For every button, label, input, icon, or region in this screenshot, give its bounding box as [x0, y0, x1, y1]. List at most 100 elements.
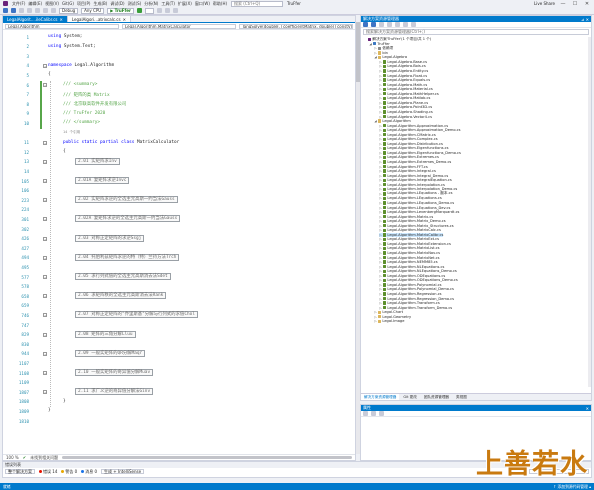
scope-dropdown[interactable]: 整个解决方案 — [5, 469, 35, 474]
configuration-dropdown[interactable]: Debug — [59, 7, 79, 14]
expand-arrow-icon[interactable]: ◢ — [369, 42, 372, 46]
close-panel-icon[interactable]: ✕ — [586, 17, 589, 22]
fold-toggle-icon[interactable]: − — [43, 332, 47, 337]
code-area[interactable]: 1 using System; 2 using System.Text; 3 4− name… — [3, 31, 355, 448]
comment-icon[interactable] — [156, 8, 162, 13]
zoom-level[interactable]: 100 % — [6, 455, 19, 460]
fold-toggle-icon[interactable]: − — [43, 390, 47, 395]
maximize-button[interactable]: ☐ — [571, 1, 579, 7]
panel-tab[interactable]: 团队资源管理器 — [420, 394, 453, 400]
pin-icon[interactable]: ⊿ — [581, 17, 584, 22]
tree-item[interactable]: ▷ Legal.Image — [374, 319, 404, 323]
fold-toggle-icon[interactable]: − — [43, 159, 47, 164]
messages-filter[interactable]: 消息 0 — [81, 469, 97, 475]
horizontal-scrollbar[interactable] — [62, 456, 352, 459]
fold-toggle-icon[interactable]: − — [43, 255, 47, 260]
panel-tab[interactable]: 类视图 — [453, 394, 470, 400]
search-box[interactable]: 搜索 (Ctrl+Q) — [231, 0, 284, 7]
menu-item[interactable]: 生成(B) — [93, 1, 107, 7]
collapsed-region[interactable]: 2.06 求矩阵秩的全选主元高斯消去法Rank — [75, 292, 167, 300]
fold-toggle-icon[interactable]: − — [43, 83, 47, 87]
fold-toggle-icon[interactable]: − — [43, 217, 47, 222]
home-icon[interactable] — [379, 22, 384, 27]
back-icon[interactable] — [3, 8, 8, 13]
panel-tab[interactable]: Git 更改 — [400, 394, 420, 400]
close-button[interactable]: ✕ — [583, 1, 591, 7]
expand-arrow-icon[interactable]: ▷ — [374, 319, 377, 323]
solution-explorer-scrollbar[interactable] — [588, 37, 591, 387]
platform-dropdown[interactable]: Any CPU — [81, 7, 105, 14]
add-to-source-control[interactable]: ↑ 添加到源代码管理 ▴ — [553, 484, 591, 490]
collapsed-region[interactable]: 2.02 实矩阵求逆的全选主元高斯一约当法Gauss — [75, 196, 178, 204]
errors-filter[interactable]: 错误 14 — [39, 469, 57, 475]
collapsed-region[interactable]: 2.03 对称正定矩阵的求逆Ssgj — [75, 234, 145, 242]
live-share-button[interactable]: Live Share — [534, 1, 555, 6]
expand-arrow-icon[interactable]: ◢ — [374, 119, 377, 123]
properties-icon[interactable] — [411, 22, 416, 27]
minimize-button[interactable]: — — [559, 1, 567, 7]
property-pages-icon[interactable] — [379, 411, 384, 416]
solution-search-input[interactable]: 搜索解决方案资源管理器(Ctrl+;) — [363, 29, 589, 35]
document-tab[interactable]: LegalAlgorit....ileCalibr.cs ✕ — [3, 16, 68, 22]
navigation-dropdown[interactable]: Legal.Algorithm — [5, 23, 119, 29]
back-icon[interactable] — [363, 22, 368, 27]
forward-icon[interactable] — [11, 8, 16, 13]
build-source-dropdown[interactable]: 生成 + IntelliSense — [101, 469, 145, 474]
menu-item[interactable]: 扩展(X) — [178, 1, 192, 7]
redo-icon[interactable] — [51, 8, 56, 13]
categorized-icon[interactable] — [363, 411, 368, 416]
fold-toggle-icon[interactable]: − — [43, 236, 47, 241]
start-debugging-button[interactable]: ▶ TruFfer — [107, 7, 134, 14]
fold-toggle-icon[interactable]: − — [43, 351, 47, 356]
close-panel-icon[interactable]: ✕ — [586, 406, 589, 411]
fold-toggle-icon[interactable]: − — [43, 275, 47, 279]
collapsed-region[interactable]: 2.04 托伯利兹矩阵求逆的特（特）兰持方法Trch — [75, 253, 180, 261]
navigation-dropdown[interactable]: Legal.Algorithm.MatrixCalculator — [122, 23, 236, 29]
fold-toggle-icon[interactable]: − — [43, 63, 47, 68]
collapsed-region[interactable]: 2.07 对称正定矩阵的"乔里斯基"分解与行列式的求值Chol — [75, 311, 198, 319]
menu-item[interactable]: 文件(F) — [12, 1, 25, 7]
collapsed-region[interactable]: 2.01A 复矩阵求逆Invc — [75, 177, 130, 184]
new-file-icon[interactable] — [19, 8, 24, 13]
expand-arrow-icon[interactable]: ◢ — [374, 55, 377, 59]
document-tab[interactable]: LegalAlgori...atrixcalc.cs ✕ — [67, 16, 131, 22]
fold-toggle-icon[interactable]: − — [43, 179, 47, 183]
alphabetical-icon[interactable] — [371, 411, 376, 416]
bookmark-icon[interactable] — [172, 8, 178, 13]
menu-item[interactable]: 编辑(E) — [28, 1, 42, 7]
fold-toggle-icon[interactable]: − — [43, 294, 47, 299]
menu-item[interactable]: 测试(S) — [128, 1, 142, 7]
collapsed-region[interactable]: 2.11 求广义逆的奇异值分解法Ginv — [75, 388, 154, 396]
save-all-icon[interactable] — [35, 8, 40, 13]
forward-icon[interactable] — [371, 22, 376, 27]
menu-item[interactable]: 窗口(W) — [195, 1, 210, 7]
collapsed-region[interactable]: 2.09 一般实矩阵的QR分解Maqr — [75, 349, 146, 357]
save-icon[interactable] — [27, 8, 32, 13]
close-tab-icon[interactable]: ✕ — [60, 17, 63, 22]
fold-toggle-icon[interactable]: − — [43, 198, 47, 203]
collapsed-region[interactable]: 2.10 一般实矩阵的奇异值分解Muav — [75, 369, 154, 376]
fold-toggle-icon[interactable]: − — [43, 313, 47, 318]
warnings-filter[interactable]: 警告 0 — [61, 469, 77, 475]
menu-item[interactable]: 调试(D) — [110, 1, 124, 7]
panel-tab[interactable]: 解决方案资源管理器 — [361, 394, 400, 400]
menu-item[interactable]: 工具(T) — [161, 1, 175, 7]
menu-item[interactable]: 分析(N) — [144, 1, 158, 7]
collapsed-region[interactable]: 2.01 实矩阵求Inv — [75, 157, 120, 165]
menu-item[interactable]: 项目(P) — [77, 1, 91, 7]
menu-item[interactable]: 视图(V) — [45, 1, 59, 7]
toolbar-dropdown[interactable] — [144, 7, 154, 14]
collapsed-region[interactable]: 2.08 矩阵的三角分解Lluu — [75, 330, 136, 338]
undo-icon[interactable] — [43, 8, 48, 13]
navigation-dropdown[interactable]: TangSolve(double[,] coefficientMatrix, d… — [239, 23, 353, 29]
sync-icon[interactable] — [387, 22, 392, 27]
collapsed-region[interactable]: 2.02A 复矩阵求逆的全选主元高斯一约当法Gauss — [75, 215, 181, 223]
fold-toggle-icon[interactable]: − — [43, 140, 47, 145]
reference-count[interactable]: 14 个引用 — [63, 130, 80, 134]
menu-item[interactable]: 帮助(H) — [213, 1, 227, 7]
uncomment-icon[interactable] — [164, 8, 170, 13]
run-without-debug-icon[interactable] — [136, 8, 142, 13]
refresh-icon[interactable] — [395, 22, 400, 27]
collapse-all-icon[interactable] — [403, 22, 408, 27]
close-tab-icon[interactable]: ✕ — [123, 17, 126, 22]
